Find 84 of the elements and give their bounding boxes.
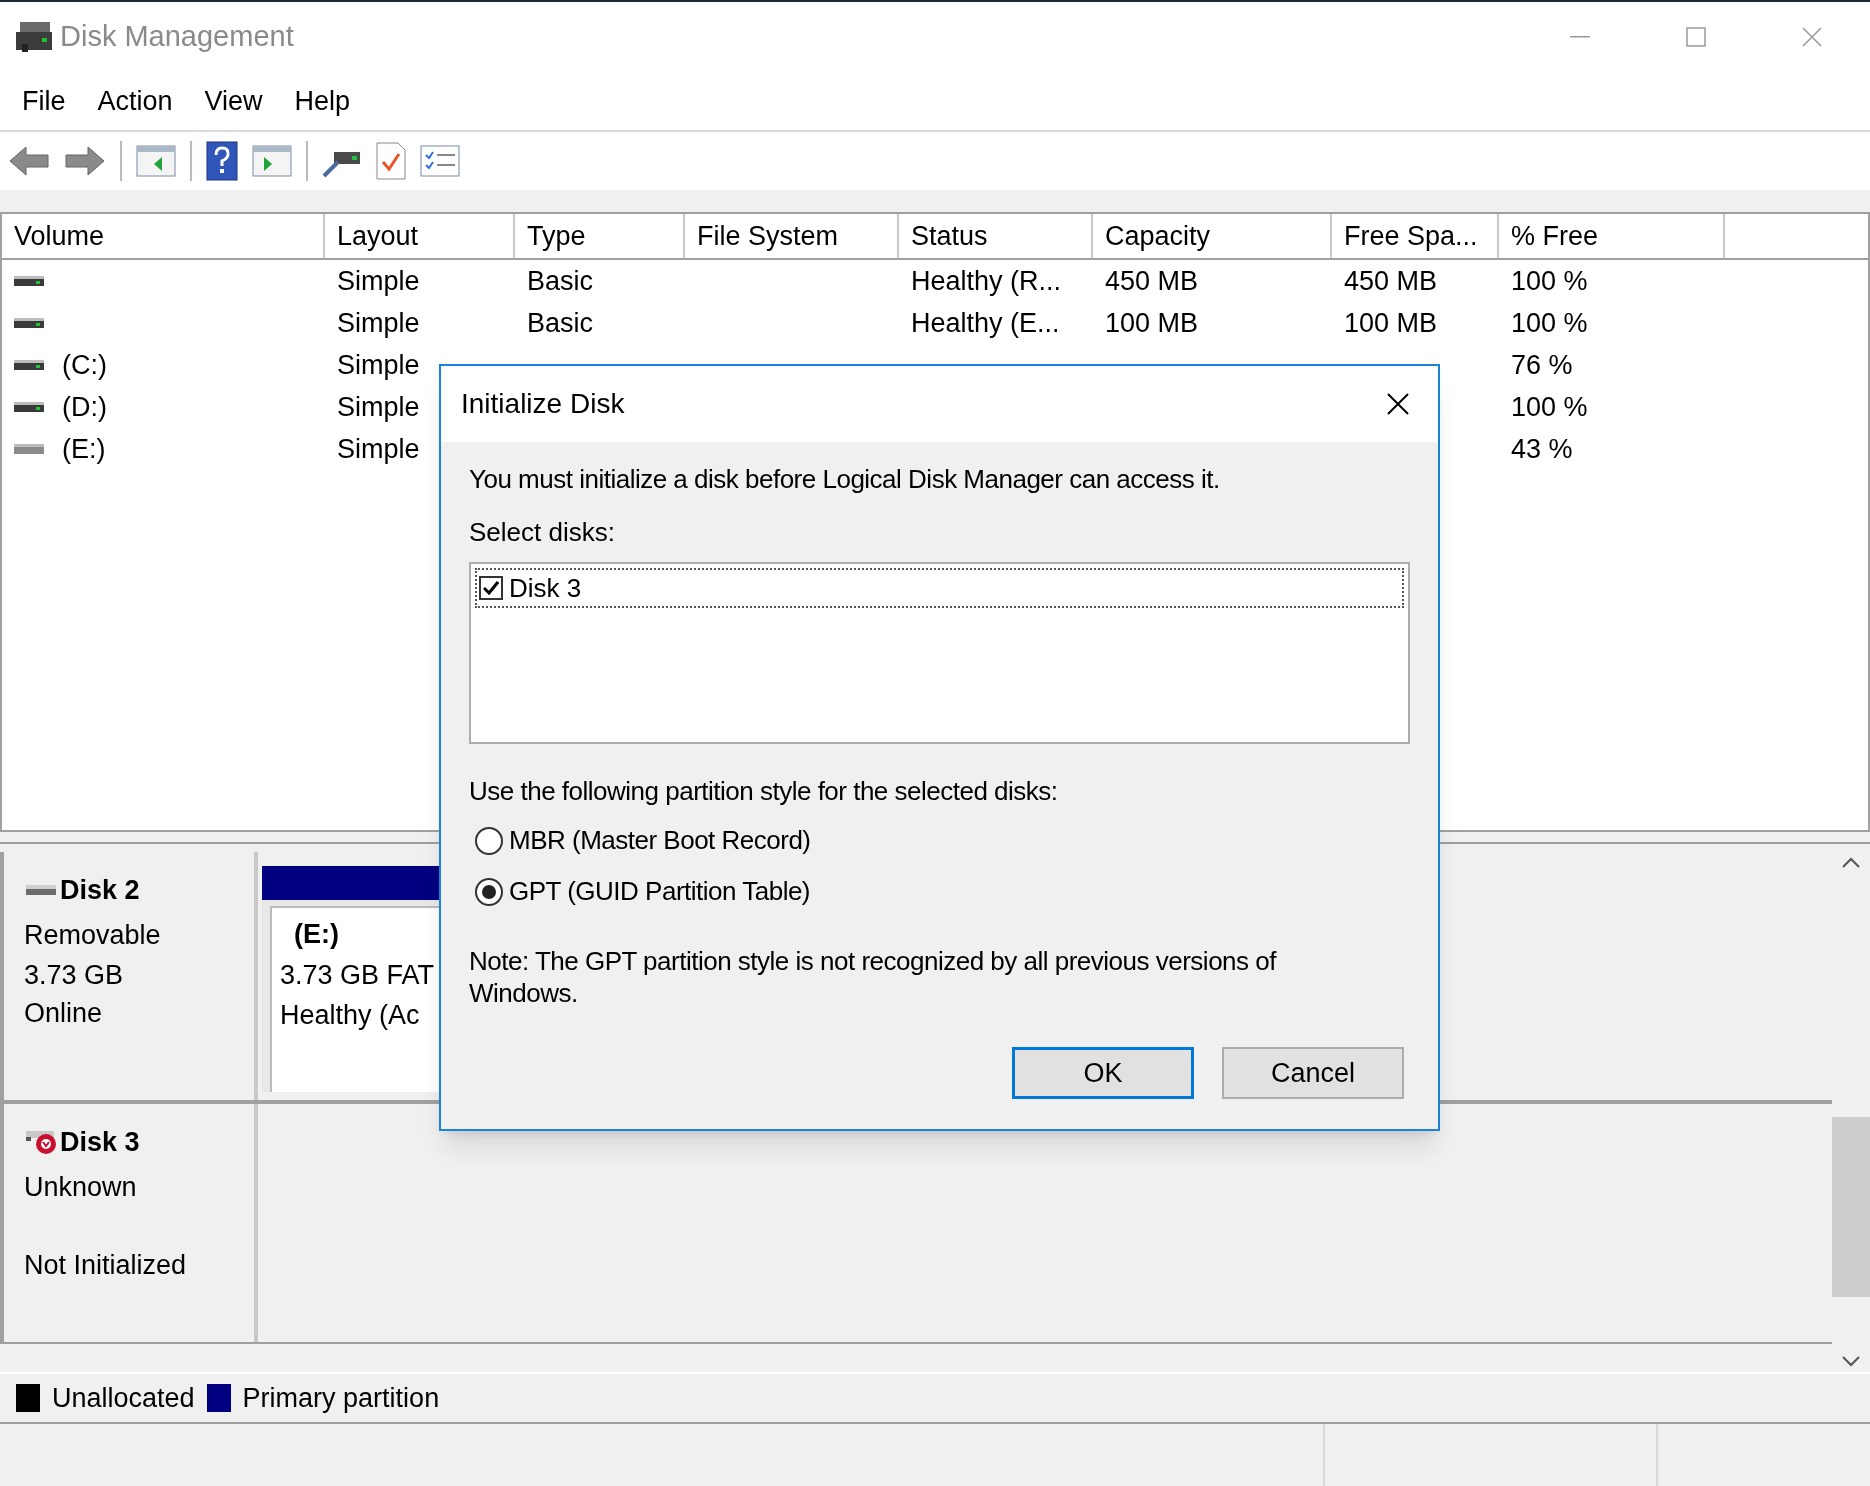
dialog-button[interactable]: OK [1012,1047,1194,1099]
close-icon [1387,393,1409,415]
disk-status: Online [24,997,104,1030]
forward-arrow-icon[interactable] [64,145,106,177]
scroll-up-icon[interactable] [1841,856,1861,868]
disk-list-label: Disk 3 [509,571,582,605]
menu-item[interactable]: File [10,80,78,122]
drive-icon [14,400,44,414]
partition-style-label: Use the following partition style for the selected disks: [469,775,1059,808]
disk-type: Unknown [24,1170,138,1204]
table-cell-text: Basic [527,306,594,340]
column-header[interactable]: Layout [325,214,515,258]
table-cell-text: Simple [337,348,420,382]
table-cell-text: Simple [337,432,420,466]
table-cell-text: 100 % [1511,390,1588,424]
table-cell-text: 450 MB [1344,264,1438,298]
dialog-title: Initialize Disk [461,387,625,421]
help-icon[interactable] [206,141,238,181]
menu-item[interactable]: Help [282,80,363,122]
column-header[interactable]: Volume [2,214,325,258]
message-text: You must initialize a disk before Logical Disk Manager can access it. [469,463,1221,496]
column-header[interactable]: Status [899,214,1093,258]
table-cell-text: Healthy (E... [911,306,1060,340]
maximize-icon [1686,27,1706,47]
table-cell-text: 100 % [1511,264,1588,298]
radio-button[interactable] [475,877,503,906]
disk-name: Disk 2 [60,874,140,907]
checklist-icon[interactable] [420,145,460,177]
table-cell-text: (D:) [62,390,107,424]
column-header[interactable]: Type [515,214,685,258]
table-cell-text: 100 % [1511,306,1588,340]
table-cell-text: 450 MB [1105,264,1199,298]
check-icon [483,581,499,595]
disk-list-item[interactable]: Disk 3 [475,568,1404,608]
column-header[interactable]: Capacity [1093,214,1332,258]
menu-item[interactable]: View [192,80,275,122]
menu-item[interactable]: Action [85,80,185,122]
disk-name: Disk 3 [60,1126,140,1159]
checked-document-icon[interactable] [376,142,406,180]
dialog-button[interactable]: Cancel [1222,1047,1404,1099]
panel-icon[interactable] [136,145,176,177]
table-cell-text: Simple [337,264,420,298]
scroll-down-icon[interactable] [1841,1356,1861,1368]
radio-label: GPT (GUID Partition Table) [509,875,811,908]
minimize-icon [1570,36,1590,38]
table-cell-text: 43 % [1511,432,1573,466]
legend-label: Unallocated [52,1381,195,1415]
column-header[interactable]: File System [685,214,899,258]
select-disks-label: Select disks: [469,516,616,549]
radio-label: MBR (Master Boot Record) [509,824,811,857]
table-cell-text: Basic [527,264,594,298]
note-text: Note: The GPT partition style is not recognized by all previous versions of Windows. [469,945,1278,1009]
disk-icon [24,883,58,898]
drive-icon [14,442,44,456]
back-arrow-icon[interactable] [8,145,50,177]
table-cell-text: Healthy (R... [911,264,1062,298]
close-icon [1802,27,1822,47]
drive-icon [14,358,44,372]
partition-label: (E:) [294,918,339,951]
table-cell-text: 100 MB [1344,306,1438,340]
disk-type: Removable [24,918,162,952]
table-cell-text: (E:) [62,432,106,466]
column-header[interactable]: Free Spa... [1332,214,1499,258]
table-cell-text: (C:) [62,348,107,382]
partition-status: Healthy (Ac [280,999,420,1032]
disk-list[interactable]: Disk 3 [469,562,1410,744]
panel-icon[interactable] [252,145,292,177]
partition-detail: 3.73 GB FAT [280,958,435,992]
disk-error-icon [24,1129,58,1156]
checkbox[interactable] [479,576,503,600]
column-header[interactable]: % Free [1499,214,1725,258]
radio-button[interactable] [475,826,503,855]
legend-label: Primary partition [242,1381,440,1415]
window-title: Disk Management [60,19,294,55]
drive-icon [14,274,44,288]
scrollbar-thumb[interactable] [1832,1117,1870,1297]
disk-size: 3.73 GB [24,959,125,992]
disk-management-icon [16,20,54,54]
table-cell-text: 100 MB [1105,306,1199,340]
table-cell-text: Simple [337,390,420,424]
table-cell-text: Simple [337,306,420,340]
table-cell-text: 76 % [1511,348,1573,382]
drive-icon [14,316,44,330]
disk-status: Not Initialized [24,1249,188,1282]
